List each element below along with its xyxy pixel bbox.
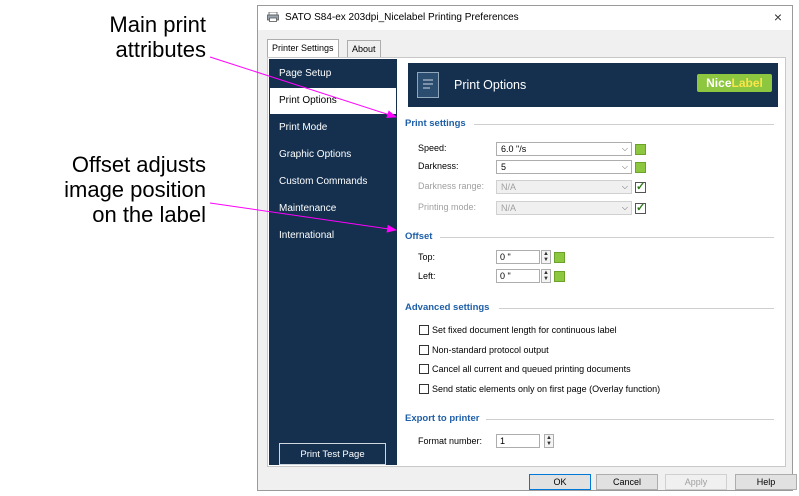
arrow-to-print-settings [209,56,397,119]
arrow-to-offset [209,202,397,233]
callout-arrows [209,56,397,233]
